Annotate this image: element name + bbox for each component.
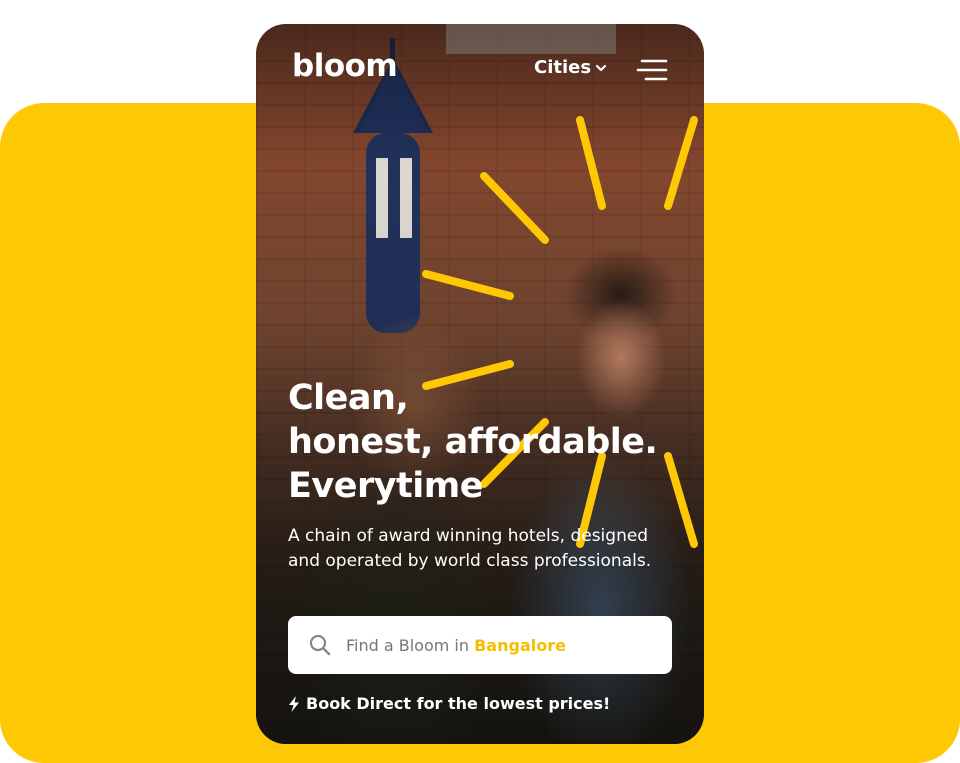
headline-line-3: Everytime xyxy=(288,466,483,506)
bloom-logo[interactable]: bloom xyxy=(292,48,398,84)
mobile-screen: bloom Cities Clean, honest, affordable. … xyxy=(256,24,704,744)
search-placeholder: Find a Bloom in Bangalore xyxy=(346,636,566,655)
hero-headline: Clean, honest, affordable. Everytime xyxy=(288,376,688,508)
headline-line-2: honest, affordable. xyxy=(288,422,658,462)
hero-subtext: A chain of award winning hotels, designe… xyxy=(288,526,652,571)
hamburger-menu-icon[interactable] xyxy=(636,58,668,82)
cities-dropdown[interactable]: Cities xyxy=(534,57,607,78)
search-input[interactable]: Find a Bloom in Bangalore xyxy=(288,616,672,674)
lightning-bolt-icon xyxy=(289,695,299,712)
book-direct-text: Book Direct for the lowest prices! xyxy=(306,694,611,713)
cities-label: Cities xyxy=(534,57,592,78)
search-prefix: Find a Bloom in xyxy=(346,635,470,655)
chevron-down-icon xyxy=(595,64,607,71)
book-direct-banner: Book Direct for the lowest prices! xyxy=(288,694,610,713)
headline-line-1: Clean, xyxy=(288,378,409,418)
search-icon xyxy=(309,634,331,656)
search-city: Bangalore xyxy=(474,635,566,655)
